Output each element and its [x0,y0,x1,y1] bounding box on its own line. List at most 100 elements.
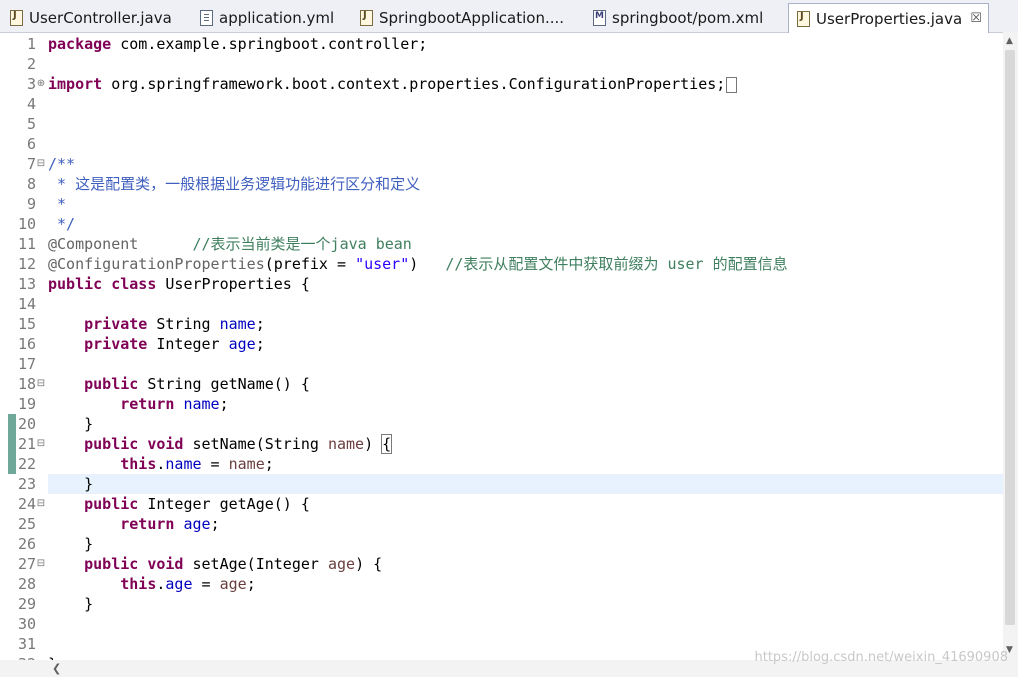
line-number: 27 [17,555,36,573]
close-icon[interactable]: ☒ [970,11,982,26]
code-line[interactable]: 12 @ConfigurationProperties(prefix = "use… [0,254,1003,274]
code-line[interactable]: 19 return name; [0,394,1003,414]
code-line[interactable]: 3 ⊕ import org.springframework.boot.contex… [0,74,1003,94]
line-number: 1 [26,35,36,53]
code-token: = [192,575,220,593]
code-line[interactable]: 17 [0,354,1003,374]
code-token: setName(String [183,435,328,453]
line-number: 19 [17,395,36,413]
vertical-scrollbar-thumb[interactable] [1005,50,1015,625]
code-line[interactable]: 24 ⊟ public Integer getAge() { [0,494,1003,514]
code-text: public String getName() { [48,374,310,394]
code-line[interactable]: 26 } [0,534,1003,554]
scroll-up-arrow-icon[interactable]: ▲ [1006,36,1013,46]
line-number: 18 [17,375,36,393]
code-text: * [48,194,66,214]
code-line[interactable]: 10 */ [0,214,1003,234]
collapsed-imports-icon[interactable] [726,76,738,93]
code-token: name [165,455,202,473]
code-token: return [120,395,175,413]
code-line[interactable]: 27 ⊟ public void setAge(Integer age) { [0,554,1003,574]
code-token: this [120,455,157,473]
code-text: this.age = age; [48,574,255,594]
code-token: setAge(Integer [183,555,328,573]
scroll-left-arrow-icon[interactable]: ❮ [52,662,61,675]
code-line[interactable]: 22 this.name = name; [0,454,1003,474]
code-line[interactable]: 7 ⊟/** [0,154,1003,174]
code-token: this [120,575,157,593]
tab-usercontroller[interactable]: UserController.java [2,4,172,31]
tab-pom-xml[interactable]: springboot/pom.xml [585,4,763,31]
collapse-fold-icon[interactable]: ⊟ [36,494,46,514]
tab-userproperties[interactable]: UserProperties.java ☒ [788,3,989,33]
code-line[interactable]: 18 ⊟ public String getName() { [0,374,1003,394]
line-number: 12 [17,255,36,273]
code-token: @Component [48,235,139,253]
code-line[interactable]: 9 * [0,194,1003,214]
code-line[interactable]: 11 @Component //表示当前类是一个java bean [0,234,1003,254]
code-text: * 这是配置类，一般根据业务逻辑功能进行区分和定义 [48,174,420,194]
matching-brace: { [381,434,393,454]
code-text: public void setAge(Integer age) { [48,554,382,574]
collapse-fold-icon[interactable]: ⊟ [36,154,46,174]
code-line[interactable]: 15 private String name; [0,314,1003,334]
code-token: public [84,555,139,573]
watermark: https://blog.csdn.net/weixin_41690908 [754,650,1008,665]
code-line[interactable]: 8 * 这是配置类，一般根据业务逻辑功能进行区分和定义 [0,174,1003,194]
code-token: com.example.springboot.controller; [111,35,428,53]
code-token: } [48,475,94,493]
code-editor[interactable]: 1 package com.example.springboot.controll… [0,32,1003,673]
line-number: 15 [17,315,36,333]
code-token: //表示从配置文件中获取前缀为 user 的配置信息 [445,255,788,273]
tab-springbootapplication[interactable]: SpringbootApplication.... [352,4,564,31]
line-number: 6 [26,135,36,153]
code-line[interactable]: 14 [0,294,1003,314]
java-file-icon [360,9,373,26]
code-line[interactable]: 23 } [0,474,1003,494]
line-number: 25 [17,515,36,533]
code-line[interactable]: 13 public class UserProperties { [0,274,1003,294]
code-line[interactable]: 5 [0,114,1003,134]
code-token: Integer [147,335,229,353]
collapse-fold-icon[interactable]: ⊟ [36,374,46,394]
code-token: name [228,455,265,473]
code-line[interactable]: 2 [0,54,1003,74]
code-token: //表示当前类是一个java bean [138,235,412,253]
tab-application-yml[interactable]: application.yml [192,4,334,31]
code-line[interactable]: 20 } [0,414,1003,434]
code-token: name [219,315,256,333]
code-line[interactable]: 6 [0,134,1003,154]
code-line[interactable]: 16 private Integer age; [0,334,1003,354]
expand-fold-icon[interactable]: ⊕ [36,74,46,94]
code-token: ; [255,335,265,353]
code-line[interactable]: 21 ⊟ public void setName(String name) { [0,434,1003,454]
code-line[interactable]: 4 [0,94,1003,114]
code-token: Integer getAge() { [138,495,310,513]
code-token: public [84,375,139,393]
code-line[interactable]: 30 [0,614,1003,634]
code-token: String getName() { [138,375,310,393]
code-line[interactable]: 1 package com.example.springboot.controll… [0,34,1003,54]
code-line[interactable]: 29 } [0,594,1003,614]
code-token: = [201,455,229,473]
code-line[interactable]: 25 return age; [0,514,1003,534]
line-number: 21 [17,435,36,453]
code-token: age [219,575,247,593]
code-token: } [48,595,94,613]
collapse-fold-icon[interactable]: ⊟ [36,554,46,574]
line-number: 30 [17,615,36,633]
code-line[interactable]: 28 this.age = age; [0,574,1003,594]
maven-file-icon [593,9,606,26]
code-token: age [228,335,256,353]
code-text: } [48,474,93,494]
collapse-fold-icon[interactable]: ⊟ [36,434,46,454]
line-number: 7 [26,155,36,173]
line-number: 29 [17,595,36,613]
